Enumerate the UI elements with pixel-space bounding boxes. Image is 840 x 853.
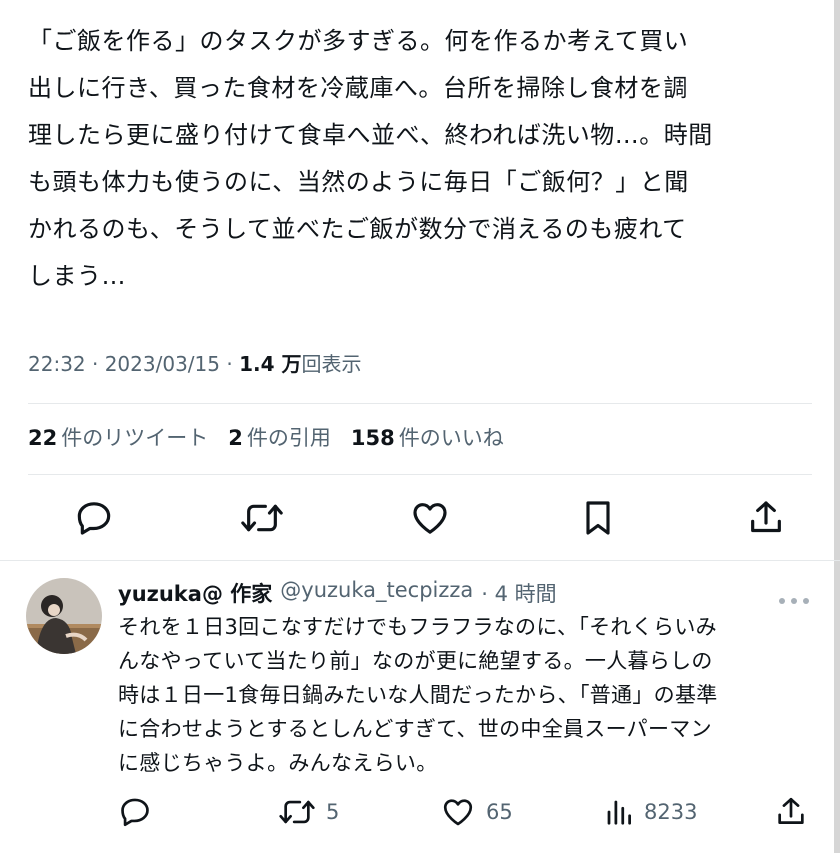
like-icon — [413, 503, 447, 534]
retweets-label: 件のリツイート — [61, 426, 209, 450]
retweet-button[interactable] — [238, 494, 286, 542]
reply-share-button[interactable] — [774, 790, 808, 834]
retweet-icon — [279, 800, 315, 824]
retweet-icon — [241, 504, 283, 532]
reply-views-count: 8233 — [644, 800, 698, 824]
scrollbar[interactable] — [834, 0, 840, 853]
bookmark-button[interactable] — [574, 494, 622, 542]
share-button[interactable] — [742, 494, 790, 542]
reply-time[interactable]: · 4 時間 — [481, 578, 556, 608]
reply-icon — [77, 502, 111, 535]
reply-like-button[interactable]: 65 — [440, 790, 513, 834]
tweet-stats: 22 件のリツイート 2 件の引用 158 件のいいね — [28, 422, 504, 452]
more-icon — [779, 598, 809, 604]
quotes-count: 2 — [228, 426, 243, 450]
more-options-button[interactable] — [778, 590, 810, 609]
reply-author-handle[interactable]: @yuzuka_tecpizza — [280, 578, 473, 608]
reply-header: yuzuka@ 作家 @yuzuka_tecpizza · 4 時間 — [118, 578, 557, 608]
tweet-action-bar — [70, 494, 790, 542]
reply-text: それを１日3回こなすだけでもフラフラなのに、「それくらいみ んなやっていて当たり… — [118, 615, 718, 775]
tweet-meta: 22:32 · 2023/03/15 · 1.4 万回表示 — [28, 348, 361, 377]
like-icon — [443, 799, 473, 826]
likes-count: 158 — [350, 426, 395, 450]
reply-action-bar: 5 65 8233 — [118, 790, 818, 834]
divider — [28, 474, 812, 475]
reply-views-button[interactable]: 8233 — [604, 790, 697, 834]
reply-reply-button[interactable] — [118, 790, 152, 834]
retweets-count: 22 — [28, 426, 58, 450]
like-button[interactable] — [406, 494, 454, 542]
reply-button[interactable] — [70, 494, 118, 542]
tweet-views-count: 1.4 万 — [239, 352, 302, 376]
share-icon — [778, 797, 804, 824]
share-icon — [751, 501, 781, 533]
avatar[interactable] — [26, 578, 102, 654]
likes-label: 件のいいね — [398, 426, 504, 450]
divider — [28, 403, 812, 404]
bookmark-icon — [586, 501, 610, 535]
tweet-text: 「ご飯を作る」のタスクが多すぎる。何を作るか考えて買い 出しに行き、買った食材を… — [28, 27, 713, 290]
retweets-stat[interactable]: 22 件のリツイート — [28, 422, 208, 452]
quotes-label: 件の引用 — [246, 426, 331, 450]
reply-retweet-count: 5 — [326, 800, 340, 824]
reply-author-name[interactable]: yuzuka@ 作家 — [118, 578, 272, 608]
reply-like-count: 65 — [486, 800, 513, 824]
section-separator — [0, 560, 840, 561]
quotes-stat[interactable]: 2 件の引用 — [228, 422, 331, 452]
analytics-icon — [607, 800, 631, 825]
reply-retweet-button[interactable]: 5 — [278, 790, 339, 834]
tweet-views-label: 回表示 — [301, 352, 362, 376]
tweet-timestamp[interactable]: 22:32 · 2023/03/15 · — [28, 352, 239, 376]
reply-icon — [121, 798, 149, 827]
likes-stat[interactable]: 158 件のいいね — [351, 422, 504, 452]
